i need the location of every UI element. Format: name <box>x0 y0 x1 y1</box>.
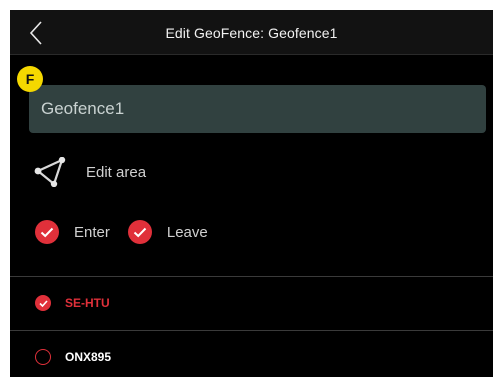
vehicle-row-onx895[interactable]: ONX895 <box>10 331 493 377</box>
edit-area-button[interactable]: Edit area <box>34 155 146 189</box>
circle-outline-icon <box>35 349 51 365</box>
check-circle-icon <box>35 220 59 244</box>
field-badge: F <box>17 66 43 92</box>
edit-area-label: Edit area <box>86 163 147 181</box>
geofence-name-input[interactable] <box>29 85 486 133</box>
leave-checkbox[interactable]: Leave <box>127 220 208 244</box>
page-title: Edit GeoFence: Geofence1 <box>165 24 338 41</box>
app-header: Edit GeoFence: Geofence1 <box>10 10 493 55</box>
trigger-options: Enter Leave <box>35 218 208 246</box>
polygon-area-icon <box>34 157 66 187</box>
enter-checkbox[interactable]: Enter <box>35 220 110 244</box>
check-circle-icon <box>35 295 51 311</box>
vehicle-name: SE-HTU <box>65 296 110 310</box>
vehicle-name: ONX895 <box>65 350 112 364</box>
enter-label: Enter <box>74 223 110 241</box>
vehicle-row-se-htu[interactable]: SE-HTU <box>10 277 493 329</box>
leave-label: Leave <box>166 223 208 241</box>
edit-geofence-screen: Edit GeoFence: Geofence1 F Edit area Ent… <box>10 10 493 377</box>
check-circle-icon <box>127 220 152 244</box>
